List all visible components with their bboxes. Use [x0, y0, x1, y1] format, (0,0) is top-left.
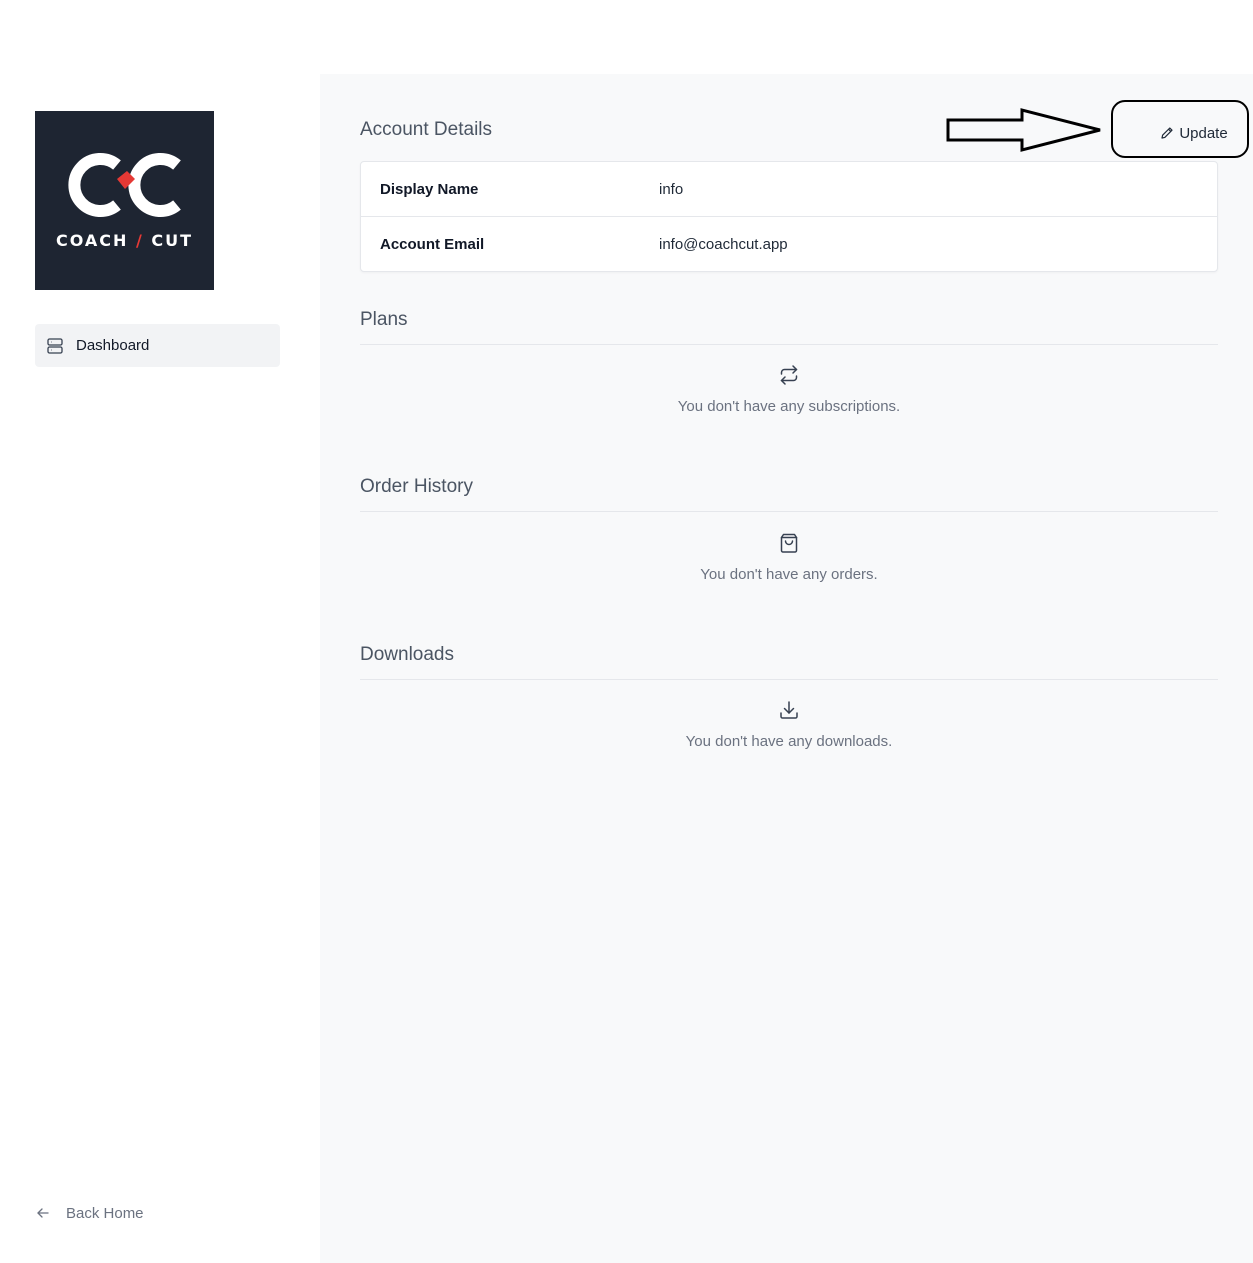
update-button[interactable]: Update: [1148, 118, 1240, 148]
order-history-divider: [360, 511, 1218, 512]
downloads-empty-message: You don't have any downloads.: [685, 733, 893, 750]
orders-empty-state: You don't have any orders.: [360, 532, 1218, 583]
downloads-title: Downloads: [360, 644, 454, 665]
shopping-bag-icon: [778, 532, 800, 554]
account-details-card: Display Name info Account Email info@coa…: [360, 161, 1218, 272]
account-details-title: Account Details: [360, 119, 493, 140]
sidebar-item-label: Dashboard: [76, 337, 150, 354]
detail-row-display-name: Display Name info: [361, 162, 1217, 217]
back-home-label: Back Home: [66, 1204, 144, 1222]
plans-divider: [360, 344, 1218, 345]
brand-logo[interactable]: COACH / CUT: [35, 111, 214, 290]
sidebar: COACH / CUT Dashboard Back Home: [0, 0, 320, 1263]
detail-row-account-email: Account Email info@coachcut.app: [361, 217, 1217, 272]
plans-empty-state: You don't have any subscriptions.: [360, 364, 1218, 415]
logo-text-right: CUT: [151, 231, 194, 250]
repeat-icon: [778, 364, 800, 386]
main-content: Account Details Update Display Name info…: [320, 74, 1253, 1263]
server-icon: [46, 337, 64, 355]
logo-cc-mark: [67, 153, 181, 217]
logo-wordmark: COACH / CUT: [56, 231, 193, 250]
callout-arrow-annotation: [946, 108, 1101, 152]
download-icon: [778, 699, 800, 721]
update-button-label: Update: [1179, 124, 1228, 142]
logo-slash: /: [128, 231, 152, 250]
logo-text-left: COACH: [55, 231, 129, 250]
plans-empty-message: You don't have any subscriptions.: [677, 398, 901, 415]
downloads-empty-state: You don't have any downloads.: [360, 699, 1218, 750]
back-home-link[interactable]: Back Home: [36, 1202, 144, 1224]
sidebar-item-dashboard[interactable]: Dashboard: [35, 324, 280, 367]
display-name-label: Display Name: [380, 180, 479, 198]
downloads-divider: [360, 679, 1218, 680]
pencil-icon: [1160, 126, 1174, 140]
arrow-left-icon: [36, 1206, 50, 1220]
plans-title: Plans: [360, 309, 408, 330]
orders-empty-message: You don't have any orders.: [700, 566, 878, 583]
order-history-title: Order History: [360, 476, 473, 497]
account-email-label: Account Email: [380, 236, 485, 253]
account-email-value: info@coachcut.app: [659, 236, 788, 253]
display-name-value: info: [659, 180, 684, 198]
